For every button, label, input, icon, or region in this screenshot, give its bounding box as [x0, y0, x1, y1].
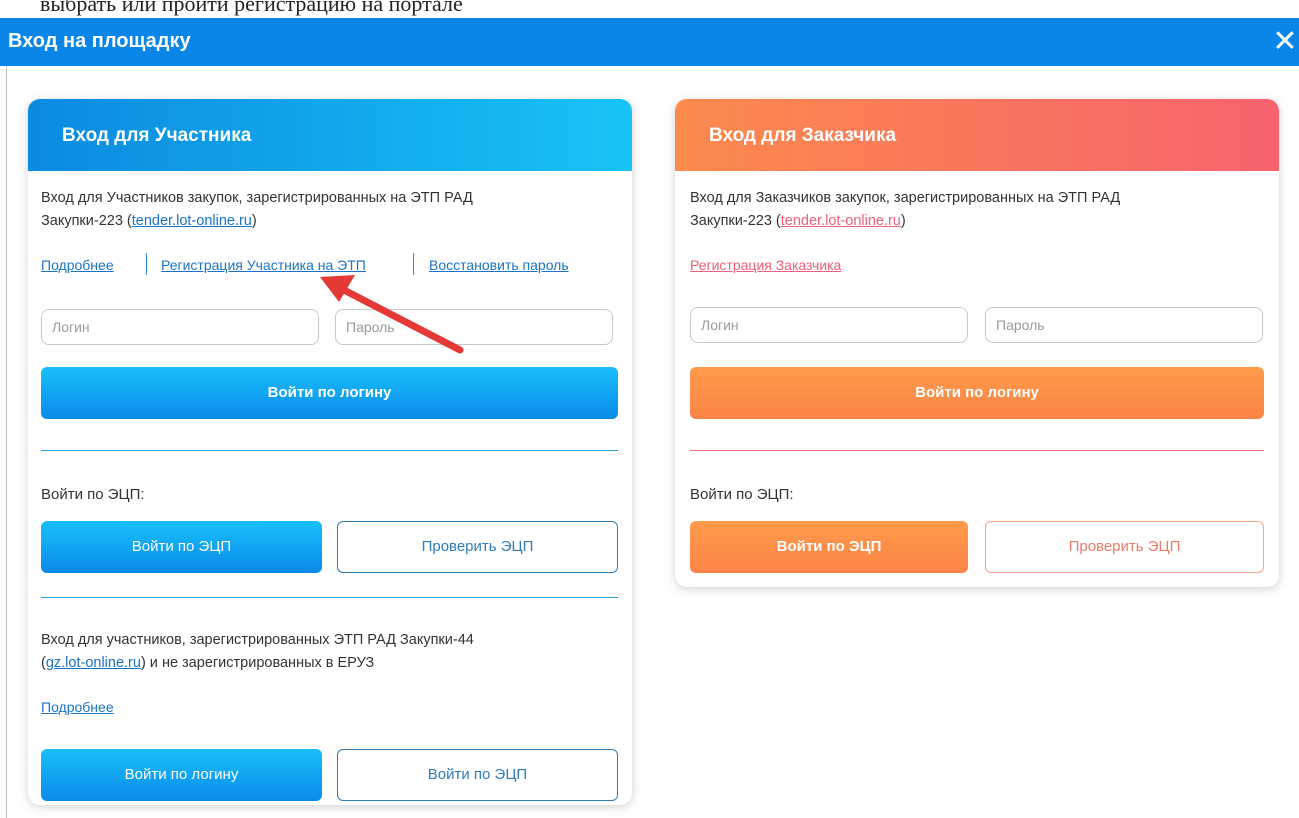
- participant-tender-link[interactable]: tender.lot-online.ru: [132, 213, 252, 229]
- customer-desc-post: ): [900, 213, 906, 229]
- section2-more-link[interactable]: Подробнее: [41, 699, 114, 715]
- participant-section2-description: Вход для участников, зарегистрированных …: [41, 629, 621, 675]
- section2-ecp-button[interactable]: Войти по ЭЦП: [337, 749, 618, 801]
- participant-desc-pre: Закупки-223 (: [41, 213, 132, 229]
- customer-description: Вход для Заказчиков закупок, зарегистрир…: [690, 187, 1270, 233]
- participant-more-link[interactable]: Подробнее: [41, 257, 114, 273]
- participant-description: Вход для Участников закупок, зарегистрир…: [41, 187, 621, 233]
- participant-login-input[interactable]: [41, 309, 319, 345]
- divider: [41, 597, 618, 598]
- section2-desc-line2: (gz.lot-online.ru) и не зарегистрированн…: [41, 652, 621, 675]
- link-separator: [413, 253, 414, 275]
- customer-login-card: Вход для Заказчика Вход для Заказчиков з…: [675, 99, 1279, 587]
- customer-card-title: Вход для Заказчика: [709, 125, 897, 146]
- customer-desc-line2: Закупки-223 (tender.lot-online.ru): [690, 210, 1270, 233]
- modal-left-border: [6, 66, 7, 818]
- section2-desc-line1: Вход для участников, зарегистрированных …: [41, 632, 474, 648]
- participant-ecp-label: Войти по ЭЦП:: [41, 486, 145, 503]
- link-separator: [146, 253, 147, 275]
- customer-tender-link[interactable]: tender.lot-online.ru: [781, 213, 901, 229]
- gz-lot-online-link[interactable]: gz.lot-online.ru: [46, 655, 141, 671]
- participant-card-title: Вход для Участника: [62, 125, 252, 146]
- participant-desc-post: ): [251, 213, 257, 229]
- participant-card-header: Вход для Участника: [28, 99, 632, 171]
- customer-register-link[interactable]: Регистрация Заказчика: [690, 257, 841, 273]
- customer-login-input[interactable]: [690, 307, 968, 343]
- top-cropped-text: выбрать или пройти регистрацию на портал…: [40, 0, 463, 16]
- modal-title: Вход на площадку: [8, 30, 191, 52]
- customer-login-button[interactable]: Войти по логину: [690, 367, 1264, 419]
- participant-login-button[interactable]: Войти по логину: [41, 367, 618, 419]
- participant-register-link[interactable]: Регистрация Участника на ЭТП: [161, 257, 366, 273]
- participant-desc-line1: Вход для Участников закупок, зарегистрир…: [41, 190, 473, 206]
- participant-check-ecp-button[interactable]: Проверить ЭЦП: [337, 521, 618, 573]
- participant-restore-password-link[interactable]: Восстановить пароль: [429, 257, 569, 273]
- customer-desc-pre: Закупки-223 (: [690, 213, 781, 229]
- participant-ecp-login-button[interactable]: Войти по ЭЦП: [41, 521, 322, 573]
- customer-desc-line1: Вход для Заказчиков закупок, зарегистрир…: [690, 190, 1121, 206]
- participant-login-card: Вход для Участника Вход для Участников з…: [28, 99, 632, 805]
- section2-login-button[interactable]: Войти по логину: [41, 749, 322, 801]
- close-icon[interactable]: ✕: [1271, 26, 1299, 58]
- customer-card-header: Вход для Заказчика: [675, 99, 1279, 171]
- divider: [41, 450, 618, 451]
- customer-ecp-label: Войти по ЭЦП:: [690, 486, 794, 503]
- customer-password-input[interactable]: [985, 307, 1263, 343]
- modal-header: Вход на площадку ✕: [0, 18, 1299, 66]
- section2-desc-post: ) и не зарегистрированных в ЕРУЗ: [140, 655, 375, 671]
- participant-password-input[interactable]: [335, 309, 613, 345]
- participant-desc-line2: Закупки-223 (tender.lot-online.ru): [41, 210, 621, 233]
- customer-check-ecp-button[interactable]: Проверить ЭЦП: [985, 521, 1264, 573]
- customer-ecp-login-button[interactable]: Войти по ЭЦП: [690, 521, 968, 573]
- top-cropped-text-strip: выбрать или пройти регистрацию на портал…: [0, 0, 1299, 18]
- divider: [690, 450, 1264, 451]
